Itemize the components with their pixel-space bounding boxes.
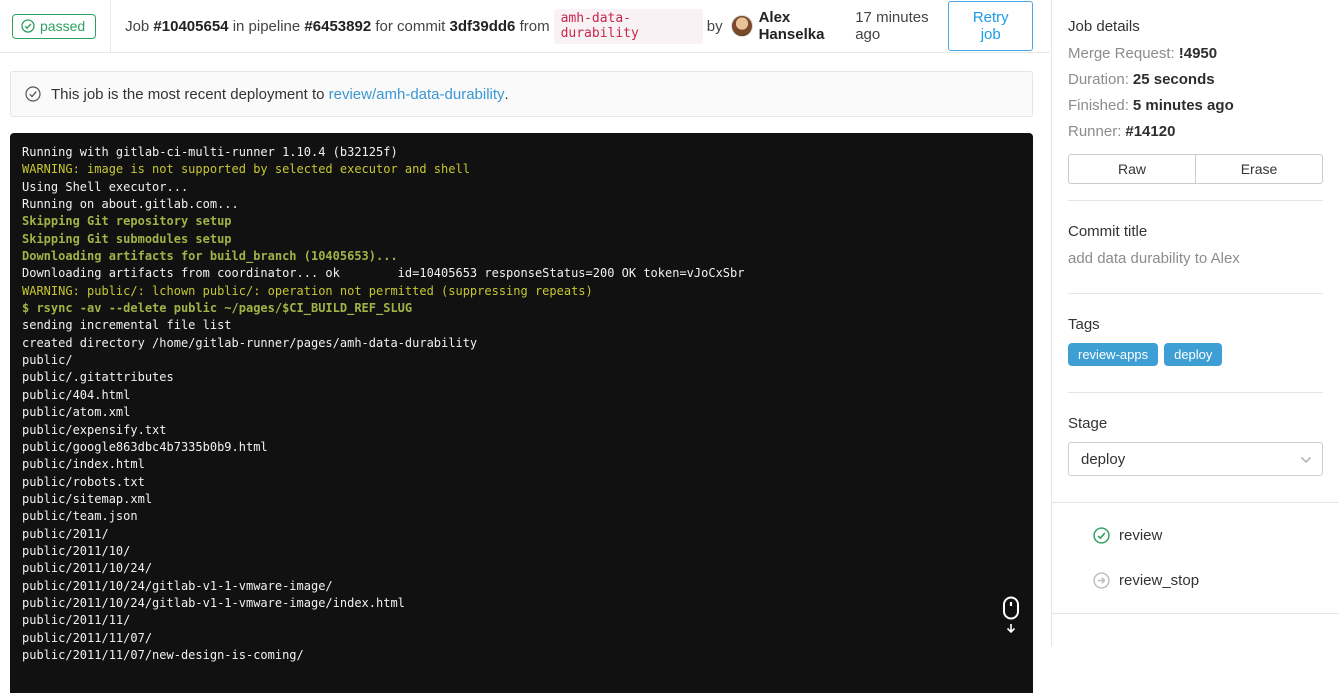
detail-value: #14120 [1125,123,1176,140]
job-header: passed Job #10405654 in pipeline #645389… [0,0,1050,53]
erase-button[interactable]: Erase [1196,154,1323,184]
log-line: Skipping Git repository setup [22,214,232,229]
log-line: Skipping Git submodules setup [22,231,232,246]
job-row-review-stop[interactable]: review_stop [1052,558,1339,603]
log-line: public/2011/10/24/ [22,561,153,576]
log-line: created directory /home/gitlab-runner/pa… [22,335,478,350]
stage-section: Stage deploy [1052,397,1339,502]
divider [1068,392,1323,393]
detail-row-runner: Runner: #14120 [1068,123,1323,140]
log-line: sending incremental file list [22,318,232,333]
job-sidebar: Job details Merge Request: !4950 Duration… [1051,0,1339,646]
from-label: from [519,17,550,35]
log-line: public/2011/11/07/new-design-is-coming/ [22,647,304,662]
log-line: public/robots.txt [22,474,145,489]
status-label: passed [40,17,86,34]
notice-text: This job is the most recent deployment t… [51,85,325,103]
detail-label: Runner: [1068,123,1122,140]
author-link[interactable]: Alex Hanselka [759,9,851,43]
stage-dropdown[interactable]: deploy [1068,442,1323,476]
job-log[interactable]: Running with gitlab-ci-multi-runner 1.10… [10,133,1033,693]
environment-link[interactable]: review/amh-data-durability [329,86,505,103]
stage-heading: Stage [1068,415,1108,432]
tag-deploy[interactable]: deploy [1164,343,1223,366]
log-line: Downloading artifacts from coordinator..… [22,266,745,281]
log-line: public/atom.xml [22,405,131,420]
check-circle-icon [25,86,41,102]
log-line: public/.gitattributes [22,370,174,385]
time-ago: 17 minutes ago [855,9,929,43]
pipeline-id-link[interactable]: #6453892 [304,18,371,35]
in-pipeline-label: in pipeline [232,17,301,35]
log-line: public/2011/10/ [22,543,131,558]
log-line: public/google863dbc4b7335b0b9.html [22,439,268,454]
log-line: public/ [22,353,73,368]
tags-section: Tags review-apps deploy [1052,298,1339,388]
notice-suffix: . [504,85,509,103]
detail-label: Finished: [1068,97,1129,114]
commit-title-heading: Commit title [1068,223,1148,240]
log-line: public/index.html [22,457,145,472]
divider [1068,293,1323,294]
log-line: Downloading artifacts for build_branch (… [22,249,398,264]
retry-job-button[interactable]: Retry job [948,1,1034,51]
commit-title-text: add data durability to Alex [1068,250,1240,267]
log-line: Running on about.gitlab.com... [22,197,239,212]
scroll-down-icon[interactable] [999,596,1023,638]
status-manual-icon [1093,572,1110,589]
detail-value: 25 seconds [1132,71,1215,88]
job-name: review [1119,527,1163,544]
detail-row-merge-request: Merge Request: !4950 [1068,45,1323,62]
log-line: $ rsync -av --delete public ~/pages/$CI_… [22,301,413,316]
job-page-main: passed Job #10405654 in pipeline #645389… [0,0,1050,693]
commit-title-section: Commit title add data durability to Alex [1052,205,1339,289]
detail-row-duration: Duration: 25 seconds [1068,71,1323,88]
raw-button[interactable]: Raw [1068,154,1196,184]
detail-label: Merge Request: [1068,45,1175,62]
job-details-section: Job details Merge Request: !4950 Duration… [1052,0,1339,196]
tag-list: review-apps deploy [1068,343,1323,366]
log-line: Running with gitlab-ci-multi-runner 1.10… [22,145,398,159]
job-id-link[interactable]: #10405654 [153,18,228,35]
detail-label: Duration: [1068,71,1129,88]
log-line: WARNING: public/: lchown public/: operat… [22,283,593,298]
log-line: public/2011/11/07/ [22,630,153,645]
avatar[interactable] [730,15,753,37]
branch-ref-link[interactable]: amh-data-durability [553,8,703,44]
log-line: public/2011/ [22,526,109,541]
detail-row-finished: Finished: 5 minutes ago [1068,97,1323,114]
log-line: Using Shell executor... [22,179,189,194]
log-line: public/sitemap.xml [22,491,153,506]
tags-heading: Tags [1068,316,1100,333]
log-line: WARNING: image is not supported by selec… [22,162,470,177]
log-line: public/2011/11/ [22,613,131,628]
log-line: public/2011/10/24/gitlab-v1-1-vmware-ima… [22,595,405,610]
log-line: public/team.json [22,509,138,524]
for-commit-label: for commit [375,17,446,35]
log-line: public/2011/10/24/gitlab-v1-1-vmware-ima… [22,578,333,593]
job-name: review_stop [1119,572,1200,589]
log-line: public/expensify.txt [22,422,167,437]
job-row-review[interactable]: review [1052,513,1339,558]
commit-sha-link[interactable]: 3df39dd6 [450,18,516,35]
check-circle-icon [21,18,35,33]
divider [1052,613,1339,614]
log-line: public/404.html [22,387,131,402]
stage-selected-value: deploy [1081,450,1126,468]
status-badge[interactable]: passed [12,13,97,39]
merge-request-link[interactable]: !4950 [1179,45,1217,62]
tag-review-apps[interactable]: review-apps [1068,343,1159,366]
header-divider [110,0,112,52]
status-passed-icon [1093,527,1110,544]
job-label: Job [125,17,150,35]
chevron-down-icon [1300,456,1312,464]
by-label: by [706,17,723,35]
stage-jobs-list: review review_stop [1052,503,1339,613]
detail-value: 5 minutes ago [1132,97,1234,114]
job-details-title: Job details [1068,18,1140,35]
divider [1068,200,1323,201]
deployment-notice: This job is the most recent deployment t… [10,71,1033,117]
trace-actions: Raw Erase [1068,154,1323,184]
